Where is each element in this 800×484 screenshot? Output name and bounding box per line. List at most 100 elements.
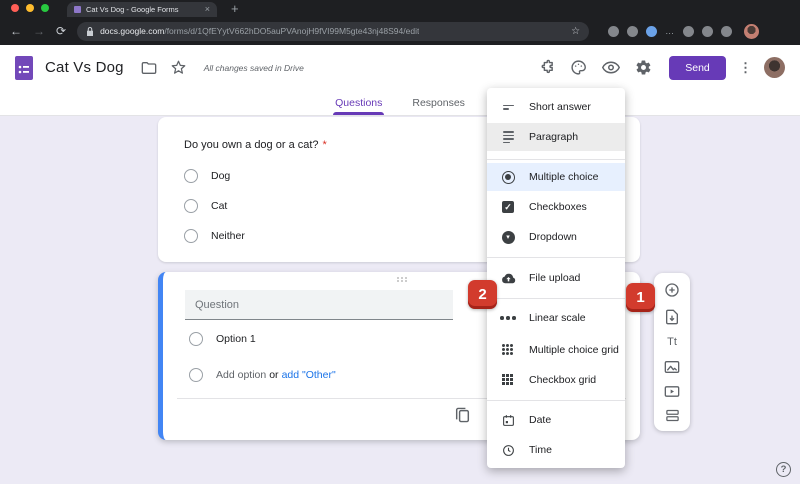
question-title: Do you own a dog or a cat? *	[184, 139, 327, 151]
google-forms-window: Cat Vs Dog - Google Forms × + ← → ⟳ docs…	[0, 0, 800, 484]
menu-item-checkboxes[interactable]: ✓ Checkboxes	[487, 193, 625, 221]
browser-tab-title: Cat Vs Dog - Google Forms	[86, 5, 179, 14]
option-label: Neither	[211, 230, 245, 242]
menu-item-time[interactable]: Time	[487, 436, 625, 464]
forms-header: Cat Vs Dog All changes saved in Drive Se…	[0, 45, 800, 90]
maximize-window-button[interactable]	[41, 4, 49, 12]
option-row-cat[interactable]: Cat	[184, 199, 227, 213]
add-title-icon[interactable]: Tt	[667, 336, 677, 348]
radio-icon[interactable]	[184, 169, 198, 183]
required-asterisk: *	[322, 139, 327, 151]
forward-icon[interactable]: →	[33, 25, 45, 37]
browser-profile-avatar[interactable]	[744, 23, 760, 39]
paragraph-icon	[500, 131, 516, 143]
date-icon	[500, 414, 516, 427]
extension-icon[interactable]	[608, 25, 620, 37]
menu-item-date[interactable]: Date	[487, 406, 625, 434]
multiple-choice-icon	[500, 170, 516, 184]
new-tab-button[interactable]: +	[231, 2, 239, 15]
account-avatar[interactable]	[764, 57, 785, 78]
move-to-folder-icon[interactable]	[141, 61, 157, 75]
extension-icon[interactable]	[646, 25, 658, 37]
annotation-badge-1: 1	[626, 283, 655, 312]
radio-icon[interactable]	[189, 332, 203, 346]
add-other-link[interactable]: add "Other"	[282, 369, 336, 381]
add-image-icon[interactable]	[664, 360, 680, 374]
close-tab-icon[interactable]: ×	[205, 5, 210, 14]
menu-item-multiple-choice[interactable]: Multiple choice	[487, 163, 625, 191]
star-form-icon[interactable]	[171, 60, 186, 75]
checkbox-grid-icon	[500, 374, 516, 386]
extension-icon[interactable]	[627, 25, 639, 37]
browser-addressbar: ← → ⟳ docs.google.com/forms/d/1QfEYytV66…	[0, 17, 800, 45]
add-section-icon[interactable]	[665, 409, 680, 422]
menu-item-dropdown[interactable]: ▾ Dropdown	[487, 223, 625, 251]
time-icon	[500, 444, 516, 457]
back-icon[interactable]: ←	[10, 25, 22, 37]
or-text: or	[269, 369, 279, 381]
bookmark-star-icon[interactable]: ☆	[571, 26, 580, 37]
radio-icon	[189, 368, 203, 382]
help-button[interactable]: ?	[776, 462, 791, 477]
form-title[interactable]: Cat Vs Dog	[45, 59, 124, 76]
multiple-choice-grid-icon	[500, 344, 516, 356]
browser-tabstrip: Cat Vs Dog - Google Forms × +	[0, 0, 800, 17]
theme-palette-icon[interactable]	[570, 59, 587, 76]
add-option-row[interactable]: Add option or add "Other"	[189, 368, 336, 382]
drag-handle-icon[interactable]	[396, 277, 408, 283]
lock-icon	[86, 26, 94, 36]
option-label: Dog	[211, 170, 231, 182]
option-row-1[interactable]: Option 1	[189, 332, 256, 346]
settings-gear-icon[interactable]	[635, 59, 652, 76]
close-window-button[interactable]	[11, 4, 19, 12]
option-row-neither[interactable]: Neither	[184, 229, 245, 243]
tab-questions[interactable]: Questions	[333, 90, 385, 115]
duplicate-question-icon[interactable]	[455, 407, 470, 428]
window-controls[interactable]	[11, 4, 49, 12]
add-video-icon[interactable]	[664, 385, 680, 398]
menu-item-paragraph[interactable]: Paragraph	[487, 123, 625, 151]
form-tabs: Questions Responses	[0, 90, 800, 116]
option-label[interactable]: Option 1	[216, 333, 256, 345]
file-upload-icon	[500, 273, 516, 284]
annotation-badge-2: 2	[468, 280, 497, 309]
extension-icon[interactable]	[721, 25, 733, 37]
insert-toolbar: Tt	[654, 273, 690, 431]
minimize-window-button[interactable]	[26, 4, 34, 12]
browser-chrome: Cat Vs Dog - Google Forms × + ← → ⟳ docs…	[0, 0, 800, 45]
option-row-dog[interactable]: Dog	[184, 169, 230, 183]
more-options-kebab-icon[interactable]: ⋮	[739, 60, 752, 76]
import-questions-icon[interactable]	[665, 309, 679, 325]
menu-item-file-upload[interactable]: File upload	[487, 264, 625, 292]
short-answer-icon	[500, 104, 516, 110]
menu-item-linear-scale[interactable]: Linear scale	[487, 304, 625, 332]
menu-item-short-answer[interactable]: Short answer	[487, 93, 625, 121]
menu-item-multiple-choice-grid[interactable]: Multiple choice grid	[487, 336, 625, 364]
linear-scale-icon	[500, 316, 516, 320]
question-type-menu: Short answer Paragraph Multiple choice ✓…	[487, 88, 625, 468]
question-title-input[interactable]	[185, 290, 453, 320]
url-bar[interactable]: docs.google.com/forms/d/1QfEYytV662hDO5a…	[77, 21, 590, 41]
addons-puzzle-icon[interactable]	[538, 59, 555, 76]
radio-icon[interactable]	[184, 229, 198, 243]
url-path: /forms/d/1QfEYytV662hDO5auPVAnojH9fVI99M…	[164, 26, 420, 36]
radio-icon[interactable]	[184, 199, 198, 213]
save-status[interactable]: All changes saved in Drive	[204, 63, 304, 73]
extension-icons: …	[608, 23, 760, 39]
url-host: docs.google.com	[100, 26, 165, 36]
extension-icon[interactable]	[683, 25, 695, 37]
extensions-overflow-icon[interactable]: …	[665, 26, 675, 36]
header-actions	[538, 59, 652, 76]
checkboxes-icon: ✓	[500, 201, 516, 213]
send-button[interactable]: Send	[669, 55, 726, 80]
add-option-link[interactable]: Add option	[216, 369, 266, 381]
preview-eye-icon[interactable]	[602, 61, 620, 74]
forms-logo-icon[interactable]	[15, 55, 33, 80]
menu-item-checkbox-grid[interactable]: Checkbox grid	[487, 366, 625, 394]
tab-responses[interactable]: Responses	[412, 90, 465, 115]
reload-icon[interactable]: ⟳	[56, 25, 66, 37]
browser-tab[interactable]: Cat Vs Dog - Google Forms ×	[67, 2, 217, 17]
extension-icon[interactable]	[702, 25, 714, 37]
dropdown-icon: ▾	[500, 230, 516, 244]
add-question-icon[interactable]	[664, 282, 680, 298]
